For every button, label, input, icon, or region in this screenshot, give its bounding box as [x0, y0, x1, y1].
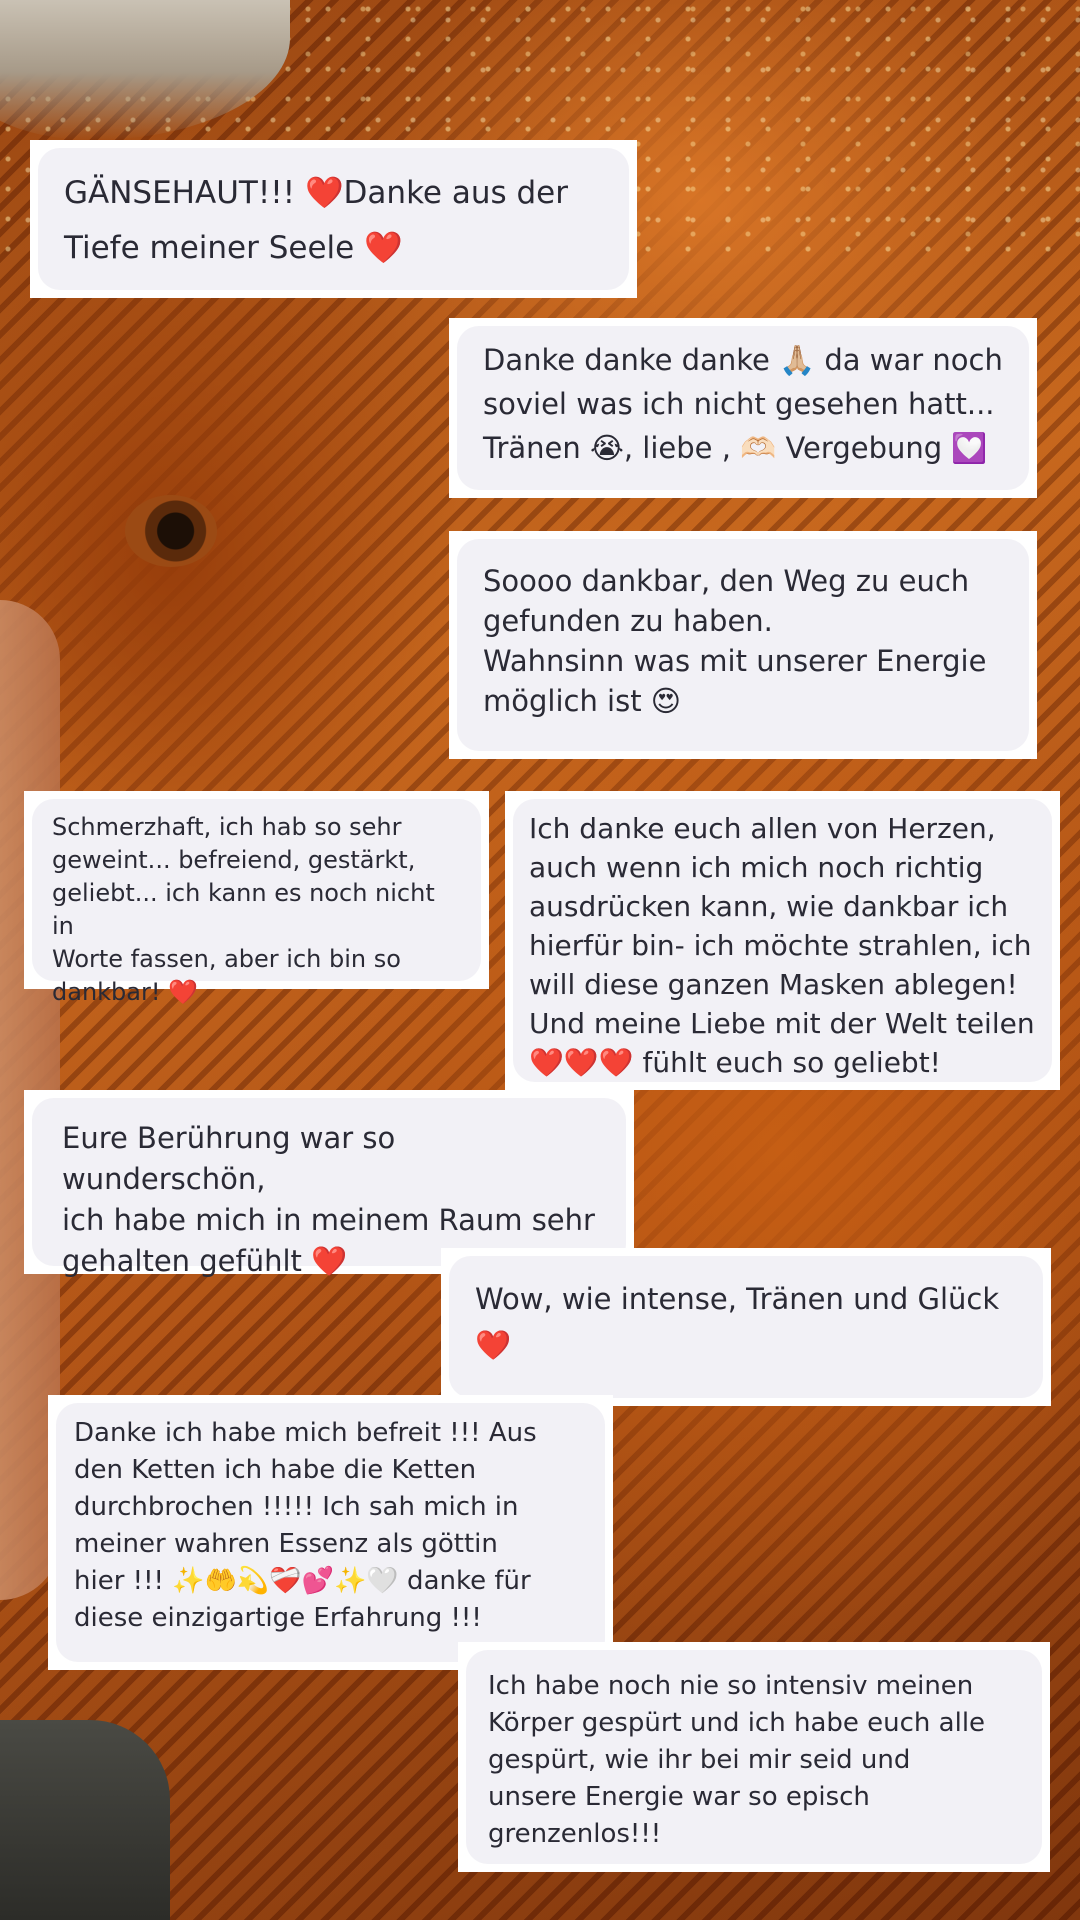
comment-bubble: Wow, wie intense, Tränen und Glück ❤️: [449, 1256, 1043, 1398]
comment-bubble: Schmerzhaft, ich hab so sehr geweint... …: [32, 799, 481, 1006]
comment-card: Wow, wie intense, Tränen und Glück ❤️: [441, 1248, 1051, 1406]
comment-card: Ich habe noch nie so intensiv meinen Kör…: [458, 1642, 1050, 1872]
comment-card: GÄNSEHAUT!!! ❤️Danke aus der Tiefe meine…: [30, 140, 637, 298]
comment-bubble: Eure Berührung war so wunderschön, ich h…: [32, 1098, 626, 1278]
jacket-decoration: [0, 1720, 170, 1920]
comment-bubble: Ich danke euch allen von Herzen, auch we…: [513, 799, 1052, 1082]
comment-card: Ich danke euch allen von Herzen, auch we…: [505, 791, 1060, 1090]
comment-card: Schmerzhaft, ich hab so sehr geweint... …: [24, 791, 489, 1006]
comment-bubble: GÄNSEHAUT!!! ❤️Danke aus der Tiefe meine…: [38, 148, 629, 290]
comment-bubble: Soooo dankbar, den Weg zu euch gefunden …: [457, 539, 1029, 751]
comment-bubble: Ich habe noch nie so intensiv meinen Kör…: [466, 1650, 1042, 1864]
eagle-eye-decoration: [125, 495, 217, 567]
comment-card: Soooo dankbar, den Weg zu euch gefunden …: [449, 531, 1037, 759]
comment-card: Eure Berührung war so wunderschön, ich h…: [24, 1090, 634, 1278]
comment-card: Danke ich habe mich befreit !!! Aus den …: [48, 1395, 613, 1670]
comment-bubble: Danke ich habe mich befreit !!! Aus den …: [56, 1403, 605, 1662]
comment-bubble: Danke danke danke 🙏🏼 da war noch soviel …: [457, 326, 1029, 490]
comment-card: Danke danke danke 🙏🏼 da war noch soviel …: [449, 318, 1037, 498]
